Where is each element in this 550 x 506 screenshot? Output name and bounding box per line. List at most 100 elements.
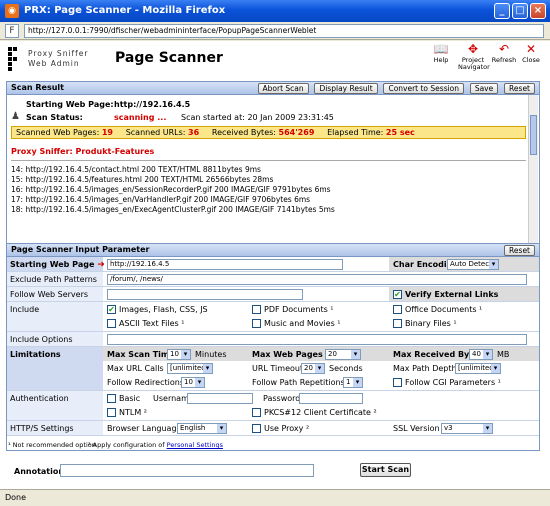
received-bytes-value: 564'269 bbox=[278, 128, 315, 137]
username-input[interactable] bbox=[187, 393, 253, 404]
log-line: 18: http://192.16.4.5/images_en/ExecAgen… bbox=[11, 205, 335, 214]
log-line: 16: http://192.16.4.5/images_en/SessionR… bbox=[11, 185, 331, 194]
basic-auth-checkbox[interactable] bbox=[107, 394, 116, 403]
verify-external-checkbox[interactable]: ✔ bbox=[393, 290, 402, 299]
limitations-label: Limitations bbox=[10, 350, 61, 359]
annotation-input[interactable] bbox=[60, 464, 314, 477]
start-scan-button[interactable]: Start Scan bbox=[360, 463, 411, 477]
follow-servers-row: Follow Web Servers ✔ Verify External Lin… bbox=[7, 287, 539, 302]
include-pdf-label: PDF Documents ¹ bbox=[264, 305, 334, 314]
scan-result-panel: Scan Result Abort Scan Display Result Co… bbox=[6, 81, 540, 259]
starting-web-page-row: Starting Web Page ➜ http://192.16.4.5 Ch… bbox=[7, 257, 539, 272]
follow-servers-input[interactable] bbox=[107, 289, 303, 300]
input-parameter-title: Page Scanner Input Parameter bbox=[11, 245, 150, 254]
maximize-button[interactable]: □ bbox=[512, 3, 528, 19]
minimize-button[interactable]: _ bbox=[494, 3, 510, 19]
exclude-paths-input[interactable]: /forum/, /news/ bbox=[107, 274, 527, 285]
pkcs-label: PKCS#12 Client Certificate ² bbox=[264, 408, 377, 417]
footnote-personal-settings: ² Apply configuration of Personal Settin… bbox=[88, 441, 223, 449]
exclude-paths-label: Exclude Path Patterns bbox=[10, 275, 97, 284]
max-path-depth-label: Max Path Depth bbox=[393, 364, 457, 373]
page-content: Proxy Sniffer Web Admin Page Scanner 📖 H… bbox=[0, 41, 550, 489]
use-proxy-checkbox[interactable] bbox=[252, 424, 261, 433]
include-options-label: Include Options bbox=[10, 335, 73, 344]
elapsed-time-label: Elapsed Time: bbox=[327, 128, 384, 137]
help-button[interactable]: 📖 Help bbox=[426, 42, 456, 78]
max-path-depth-select[interactable]: [unlimited] bbox=[455, 363, 501, 374]
reset-input-button[interactable]: Reset bbox=[504, 245, 535, 256]
url-timeout-label: URL Timeout bbox=[252, 364, 304, 373]
log-line: 14: http://192.16.4.5/contact.html 200 T… bbox=[11, 165, 261, 174]
max-scan-time-select[interactable]: 10 bbox=[167, 349, 191, 360]
follow-cgi-checkbox[interactable] bbox=[393, 378, 402, 387]
max-scan-time-unit: Minutes bbox=[195, 350, 227, 359]
char-encoding-select[interactable]: Auto Detect bbox=[447, 259, 499, 270]
save-button[interactable]: Save bbox=[469, 83, 499, 94]
include-music-label: Music and Movies ¹ bbox=[264, 319, 341, 328]
scrollbar-thumb[interactable] bbox=[530, 115, 537, 155]
include-office-label: Office Documents ¹ bbox=[405, 305, 483, 314]
url-timeout-select[interactable]: 20 bbox=[301, 363, 325, 374]
include-ascii-label: ASCII Text Files ¹ bbox=[119, 319, 185, 328]
refresh-icon: ↶ bbox=[498, 42, 510, 56]
ntlm-label: NTLM ² bbox=[119, 408, 147, 417]
starting-web-page-input[interactable]: http://192.16.4.5 bbox=[107, 259, 343, 270]
max-web-pages-label: Max Web Pages ➜ bbox=[252, 350, 333, 360]
include-pdf-checkbox[interactable] bbox=[252, 305, 261, 314]
include-binary-checkbox[interactable] bbox=[393, 319, 402, 328]
include-options-input[interactable] bbox=[107, 334, 527, 345]
include-label: Include bbox=[10, 305, 40, 314]
log-line: 17: http://192.16.4.5/images_en/VarHandl… bbox=[11, 195, 311, 204]
password-input[interactable] bbox=[299, 393, 363, 404]
include-options-row: Include Options bbox=[7, 332, 539, 347]
follow-redirections-label: Follow Redirections bbox=[107, 378, 184, 387]
max-web-pages-select[interactable]: 20 bbox=[325, 349, 361, 360]
authentication-label: Authentication bbox=[10, 394, 69, 403]
abort-scan-button[interactable]: Abort Scan bbox=[257, 83, 309, 94]
follow-redirections-select[interactable]: 10 bbox=[181, 377, 205, 388]
current-page-title: Proxy Sniffer: Produkt-Features bbox=[11, 147, 155, 156]
elapsed-time-value: 25 sec bbox=[385, 128, 415, 137]
url-field[interactable]: http://127.0.0.1:7990/dfischer/webadmini… bbox=[24, 24, 544, 38]
reset-result-button[interactable]: Reset bbox=[504, 83, 535, 94]
browser-language-select[interactable]: English bbox=[177, 423, 227, 434]
max-scan-time-label: Max Scan Time bbox=[107, 350, 175, 359]
pkcs-checkbox[interactable] bbox=[252, 408, 261, 417]
ssl-version-select[interactable]: v3 bbox=[441, 423, 493, 434]
starting-web-page-field-label: Starting Web Page ➜ bbox=[10, 260, 105, 270]
authentication-row: Authentication Basic Username Password N… bbox=[7, 391, 539, 421]
max-url-calls-select[interactable]: [unlimited] bbox=[167, 363, 213, 374]
include-row: Include ✔ Images, Flash, CSS, JS PDF Doc… bbox=[7, 302, 539, 332]
window-close-button[interactable]: × bbox=[530, 3, 546, 19]
max-received-bytes-select[interactable]: 40 bbox=[469, 349, 493, 360]
display-result-button[interactable]: Display Result bbox=[314, 83, 378, 94]
use-proxy-label: Use Proxy ² bbox=[264, 424, 310, 433]
include-office-checkbox[interactable] bbox=[393, 305, 402, 314]
max-received-bytes-unit: MB bbox=[497, 350, 510, 359]
log-line: 15: http://192.16.4.5/features.html 200 … bbox=[11, 175, 274, 184]
follow-path-repetitions-select[interactable]: 1 bbox=[343, 377, 363, 388]
refresh-button[interactable]: ↶ Refresh bbox=[489, 42, 519, 78]
project-navigator-button[interactable]: ✥ Project Navigator bbox=[458, 42, 490, 78]
window-titlebar: ◉ PRX: Page Scanner - Mozilla Firefox _ … bbox=[0, 0, 550, 22]
include-music-checkbox[interactable] bbox=[252, 319, 261, 328]
input-parameter-header: Page Scanner Input Parameter Reset bbox=[7, 244, 539, 257]
starting-web-page-label: Starting Web Page: bbox=[26, 100, 114, 109]
scan-result-title: Scan Result bbox=[11, 83, 64, 92]
convert-to-session-button[interactable]: Convert to Session bbox=[383, 83, 465, 94]
https-settings-row: HTTP/S Settings Browser Language English… bbox=[7, 421, 539, 436]
close-button[interactable]: ✕ Close bbox=[516, 42, 546, 78]
close-label: Close bbox=[522, 56, 540, 64]
url-timeout-unit: Seconds bbox=[329, 364, 363, 373]
personal-settings-link[interactable]: Personal Settings bbox=[167, 441, 223, 449]
include-images-checkbox[interactable]: ✔ bbox=[107, 305, 116, 314]
scan-result-actions: Abort Scan Display Result Convert to Ses… bbox=[255, 83, 535, 95]
scan-result-scrollbar[interactable] bbox=[528, 95, 538, 259]
include-ascii-checkbox[interactable] bbox=[107, 319, 116, 328]
ntlm-checkbox[interactable] bbox=[107, 408, 116, 417]
required-arrow-icon: ➜ bbox=[97, 260, 105, 270]
scan-status-label: Scan Status: bbox=[26, 113, 83, 122]
logo-line-1: Proxy Sniffer bbox=[28, 49, 89, 58]
scan-stats-bar: Scanned Web Pages: 19 Scanned URLs: 36 R… bbox=[11, 126, 526, 139]
app-header: Proxy Sniffer Web Admin Page Scanner 📖 H… bbox=[0, 41, 550, 79]
